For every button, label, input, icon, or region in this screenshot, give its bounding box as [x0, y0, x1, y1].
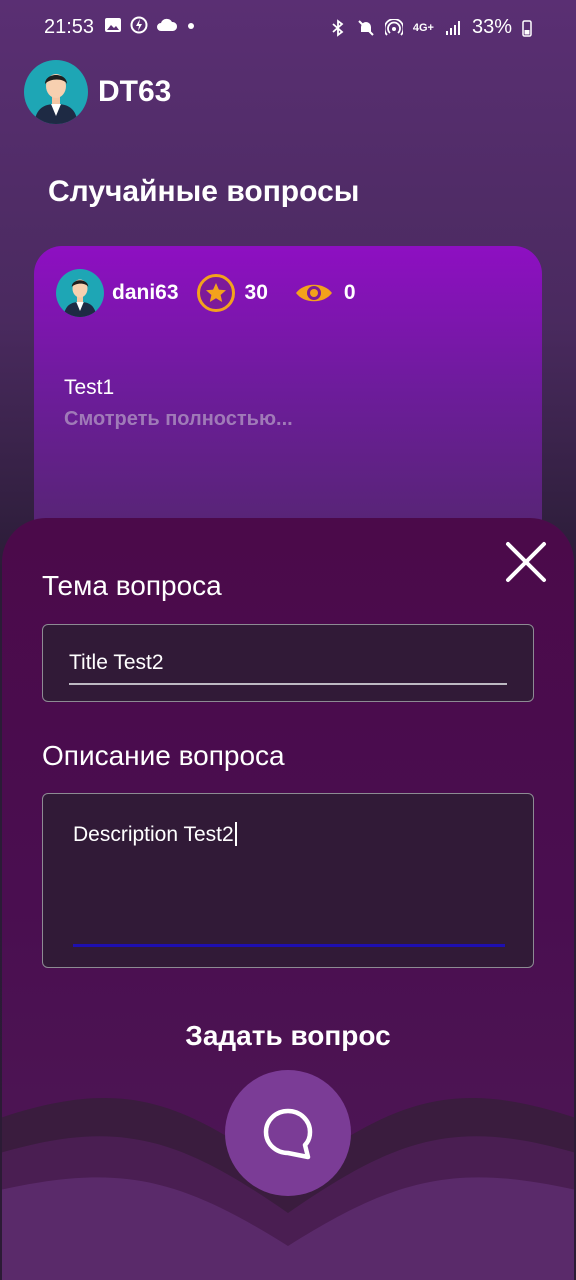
description-input[interactable]: Description Test2 [42, 793, 534, 968]
mute-icon [358, 19, 374, 36]
author-avatar[interactable] [56, 269, 104, 317]
see-more-link[interactable]: Смотреть полностью... [64, 408, 293, 431]
status-system-icons: 4G+ 33% [329, 16, 532, 39]
battery-percent: 33% [471, 16, 512, 38]
signal-icon [445, 20, 460, 35]
description-underline [73, 944, 505, 947]
profile-avatar[interactable] [24, 60, 88, 124]
person-avatar-icon [63, 279, 97, 317]
data-saver-icon [130, 16, 148, 34]
dot-icon [188, 23, 194, 29]
cloud-icon [157, 18, 178, 31]
description-input-value: Description Test2 [73, 822, 237, 847]
header-title: DT63 [98, 75, 172, 108]
bluetooth-icon [332, 18, 344, 37]
person-avatar-icon [34, 74, 78, 124]
section-title: Случайные вопросы [48, 175, 360, 208]
battery-icon [522, 19, 532, 37]
rating-count: 30 [244, 281, 268, 304]
app-header: DT63 [24, 60, 171, 124]
topic-underline [69, 683, 507, 685]
star-icon [196, 274, 235, 312]
question-text: Test1 [64, 376, 115, 399]
lte-icon: 4G+ [412, 21, 434, 34]
views-count: 0 [343, 281, 356, 304]
status-notification-icons [104, 16, 196, 34]
text-cursor [234, 822, 237, 846]
topic-input[interactable]: Title Test2 [42, 624, 534, 702]
status-time: 21:53 [44, 16, 95, 38]
ask-question-button[interactable] [225, 1070, 351, 1196]
ask-question-label: Задать вопрос [185, 1020, 391, 1051]
topic-label: Тема вопроса [42, 570, 222, 601]
ask-question-sheet: Тема вопроса Title Test2 Описание вопрос… [2, 518, 574, 1280]
gallery-icon [105, 18, 121, 32]
hotspot-icon [384, 18, 403, 36]
card-meta: dani63 30 0 [56, 268, 356, 318]
author-username[interactable]: dani63 [112, 281, 179, 305]
topic-input-value: Title Test2 [69, 651, 164, 674]
description-label: Описание вопроса [42, 740, 285, 771]
chat-bubble-icon [263, 1108, 313, 1160]
close-icon[interactable] [502, 538, 550, 586]
eye-icon [294, 278, 334, 308]
status-bar: 21:53 4G+ 33% [0, 0, 576, 54]
